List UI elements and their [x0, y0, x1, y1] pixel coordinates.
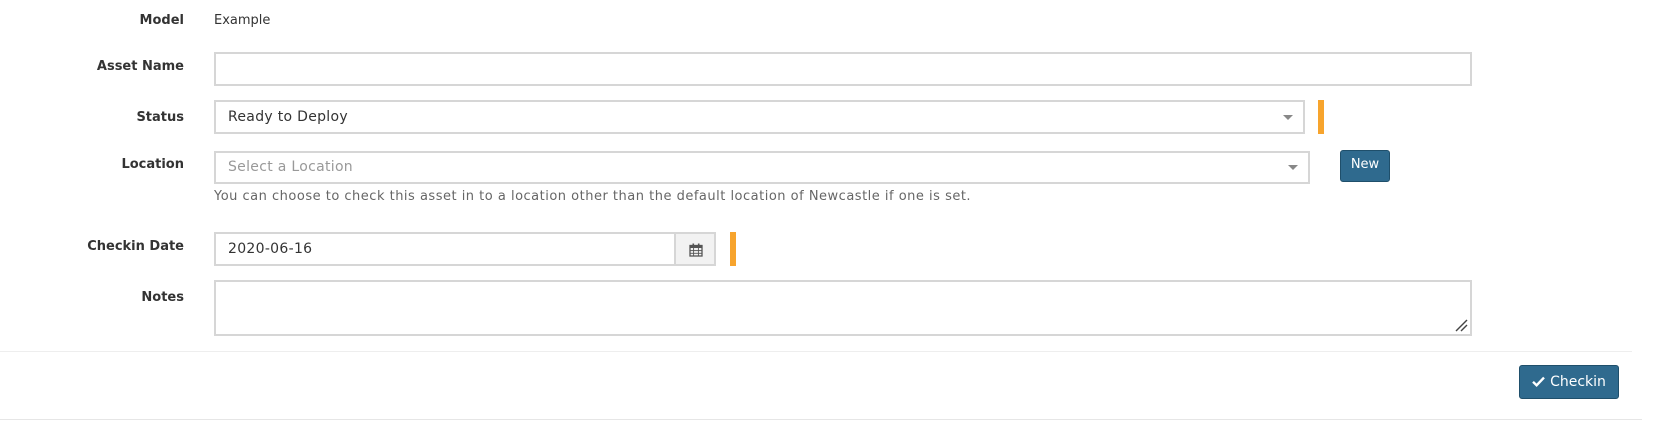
- checkin-button-label: Checkin: [1550, 374, 1606, 390]
- check-icon: [1532, 376, 1545, 388]
- checkin-date-label: Checkin Date: [87, 239, 184, 254]
- checkin-date-required-indicator: [730, 232, 736, 266]
- status-label: Status: [136, 110, 184, 125]
- checkin-form: Model Example Asset Name Status Ready to…: [0, 0, 1658, 422]
- date-picker-button[interactable]: [675, 232, 716, 266]
- notes-label: Notes: [141, 290, 184, 305]
- status-select[interactable]: Ready to Deploy: [214, 100, 1305, 134]
- calendar-icon: [689, 243, 703, 257]
- asset-name-input[interactable]: [214, 52, 1472, 86]
- status-required-indicator: [1318, 100, 1324, 134]
- new-location-button[interactable]: New: [1340, 150, 1390, 182]
- box-bottom-border: [0, 419, 1642, 420]
- location-label: Location: [121, 157, 184, 172]
- form-footer-divider: [0, 351, 1632, 352]
- location-placeholder: Select a Location: [228, 159, 353, 175]
- caret-down-icon: [1288, 165, 1298, 170]
- checkin-date-input[interactable]: 2020-06-16: [214, 232, 676, 266]
- resize-grip-icon[interactable]: [1454, 318, 1468, 332]
- model-value: Example: [214, 13, 271, 28]
- caret-down-icon: [1283, 115, 1293, 120]
- location-help-text: You can choose to check this asset in to…: [214, 189, 972, 204]
- checkin-button[interactable]: Checkin: [1519, 365, 1619, 399]
- notes-textarea[interactable]: [214, 280, 1472, 336]
- asset-name-label: Asset Name: [96, 59, 184, 74]
- checkin-date-value: 2020-06-16: [228, 241, 313, 257]
- status-selected-value: Ready to Deploy: [228, 109, 348, 125]
- model-label: Model: [139, 13, 184, 28]
- location-select[interactable]: Select a Location: [214, 151, 1310, 184]
